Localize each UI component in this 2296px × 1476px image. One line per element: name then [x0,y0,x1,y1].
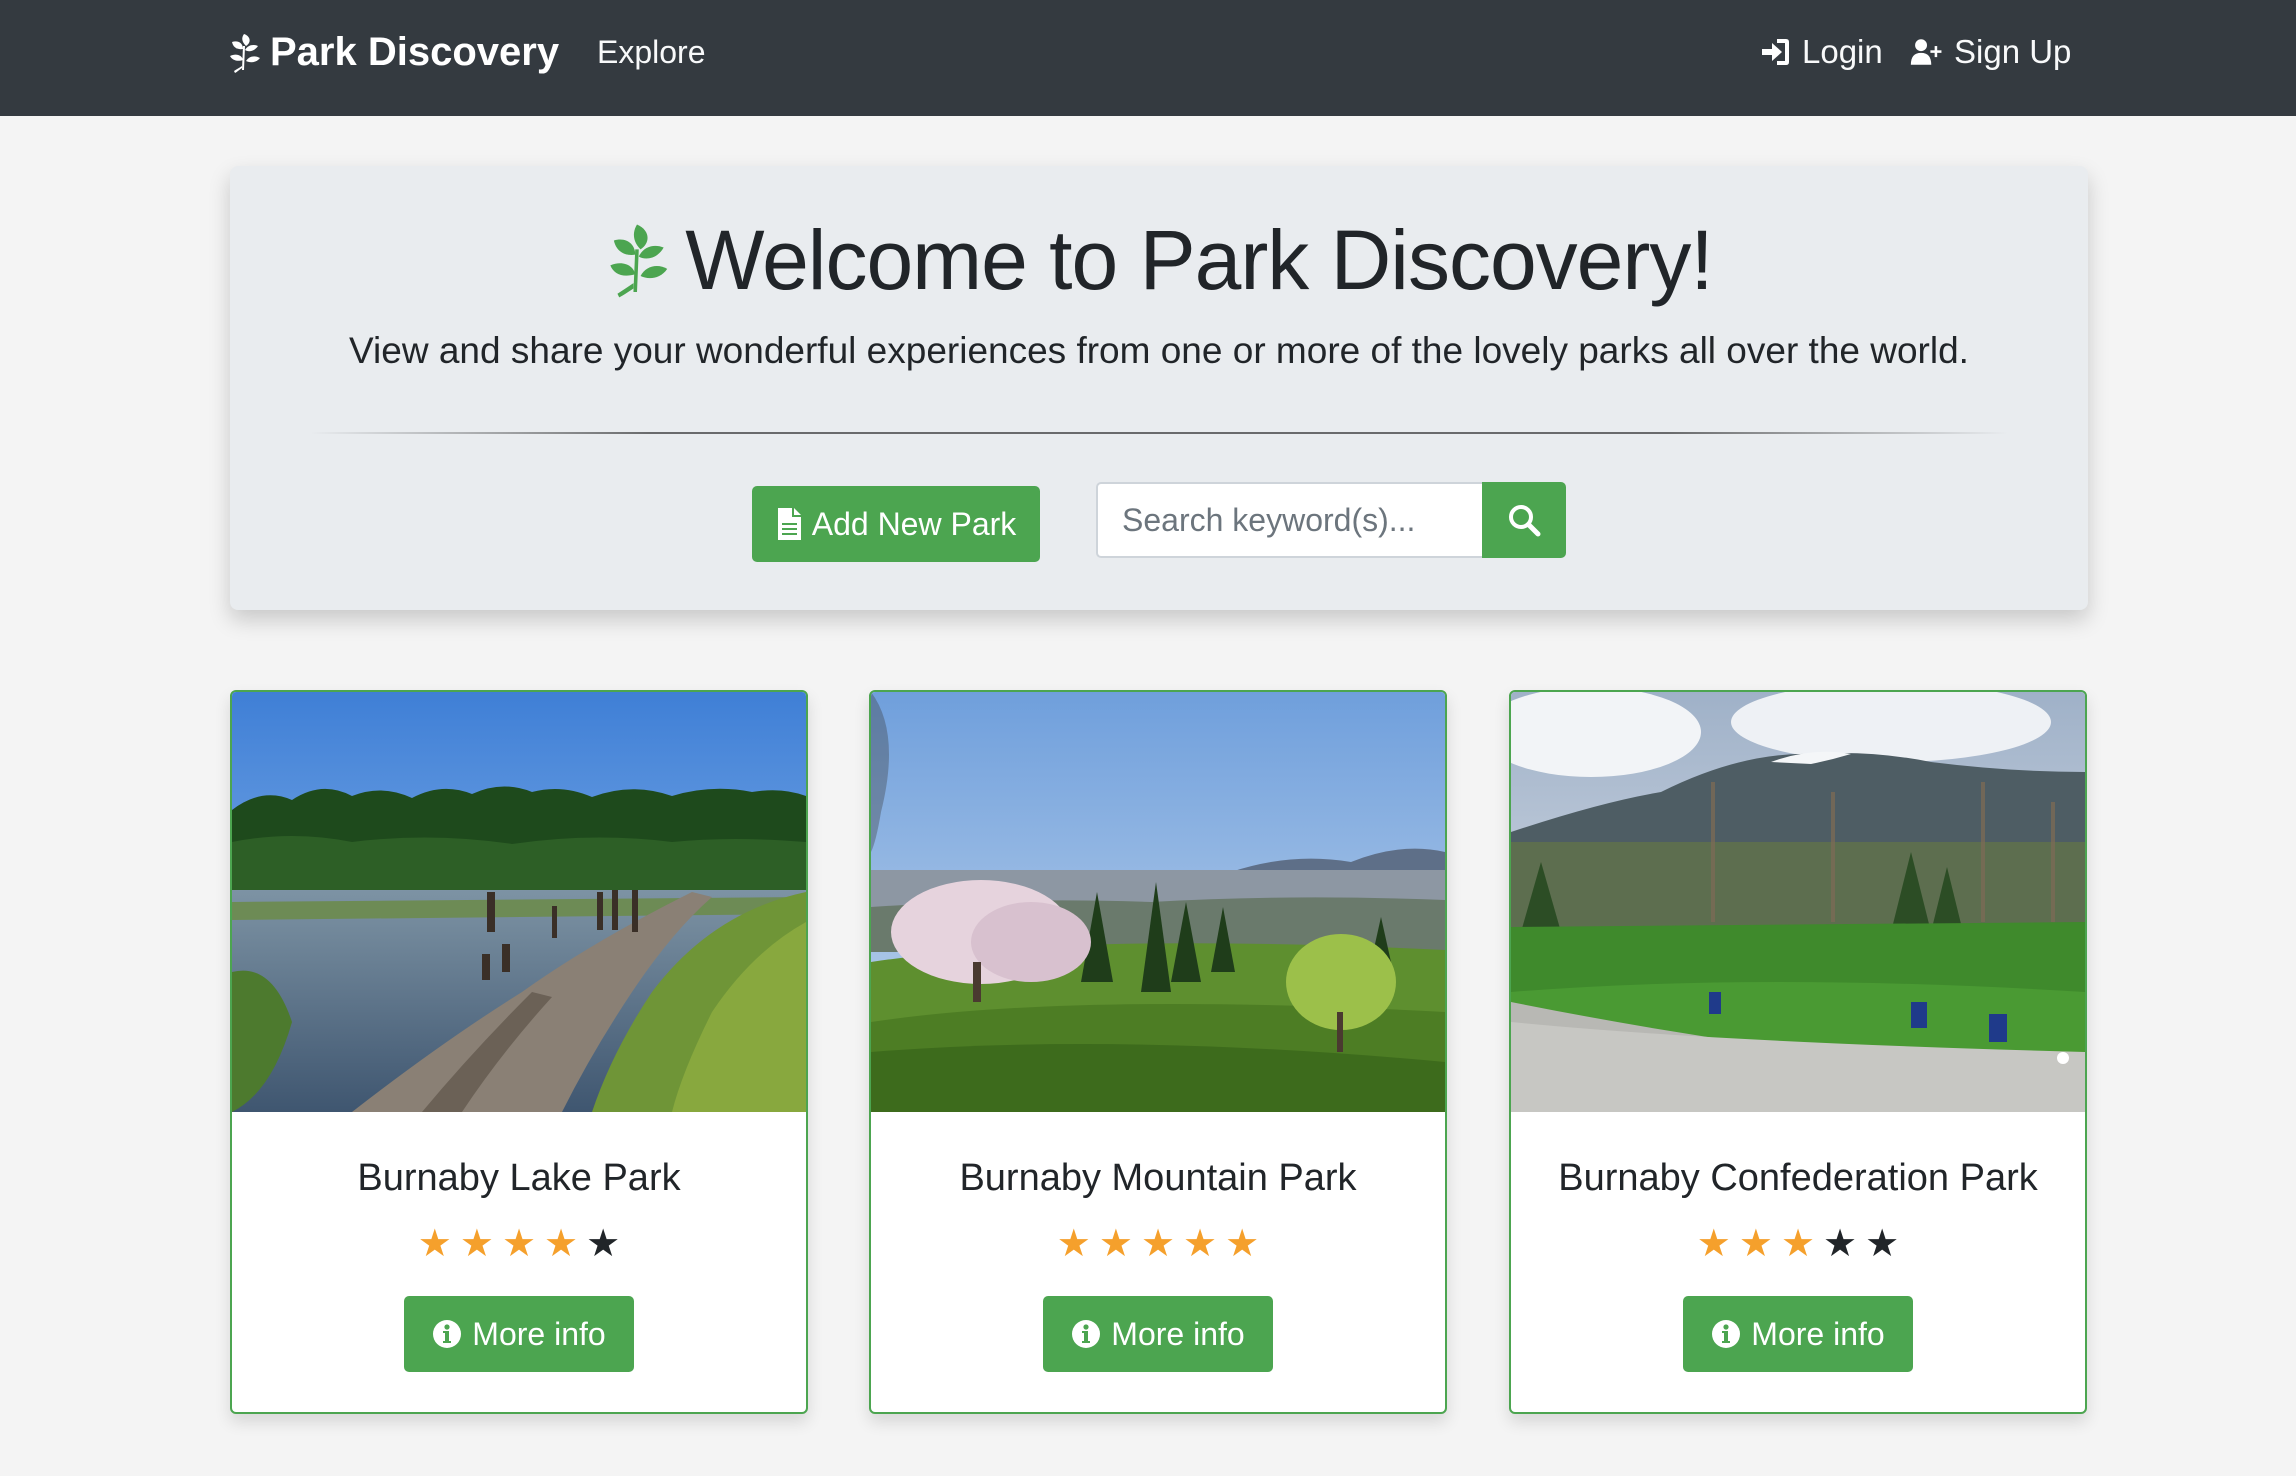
star-rating: ★ ★ ★ ★ ★ [232,1222,806,1266]
page-title-text: Welcome to Park Discovery! [685,213,1713,307]
more-info-label: More info [1751,1315,1885,1352]
star-rating: ★ ★ ★ ★ ★ [1511,1222,2085,1266]
star-icon: ★ [1823,1223,1858,1265]
star-rating: ★ ★ ★ ★ ★ [871,1222,1445,1266]
leaf-icon [230,34,260,73]
more-info-button[interactable]: More info [404,1296,634,1372]
star-icon: ★ [586,1223,621,1265]
star-icon: ★ [1865,1223,1900,1265]
star-icon: ★ [1225,1223,1260,1265]
park-name[interactable]: Burnaby Lake Park [232,1154,806,1202]
welcome-jumbotron: Welcome to Park Discovery! View and shar… [230,166,2088,610]
more-info-label: More info [1111,1315,1245,1352]
star-icon: ★ [1140,1223,1176,1265]
more-info-button[interactable]: More info [1043,1296,1273,1372]
nav-explore-link[interactable]: Explore [597,30,706,74]
search-button[interactable] [1482,482,1566,558]
page-title: Welcome to Park Discovery! [230,210,2088,310]
park-name[interactable]: Burnaby Confederation Park [1511,1154,2085,1202]
brand-link[interactable]: Park Discovery [226,26,559,78]
park-card: Burnaby Mountain Park ★ ★ ★ ★ ★ More inf… [869,690,1447,1414]
more-info-label: More info [472,1315,606,1352]
star-icon: ★ [544,1223,579,1265]
search-input[interactable] [1096,482,1492,558]
divider [310,432,2008,434]
park-image [1511,692,2085,1112]
park-image [871,692,1445,1112]
star-icon: ★ [1056,1223,1091,1265]
star-icon: ★ [1098,1223,1133,1265]
signup-label: Sign Up [1954,33,2072,70]
info-circle-icon [433,1320,462,1348]
park-image [232,692,806,1112]
info-circle-icon [1072,1320,1101,1348]
more-info-button[interactable]: More info [1683,1296,1913,1372]
star-icon: ★ [1183,1223,1218,1265]
sign-in-icon [1762,39,1789,65]
park-name[interactable]: Burnaby Mountain Park [871,1154,1445,1202]
search-icon [1509,505,1541,537]
navbar: Park Discovery Explore Login Sign Up [0,0,2296,116]
file-icon [777,508,801,540]
info-circle-icon [1712,1320,1741,1348]
user-plus-icon [1910,39,1942,65]
star-icon: ★ [1738,1223,1773,1265]
login-label: Login [1802,33,1883,70]
star-icon: ★ [1780,1223,1816,1265]
signup-link[interactable]: Sign Up [1910,30,2071,74]
brand-name: Park Discovery [270,29,560,74]
park-card: Burnaby Confederation Park ★ ★ ★ ★ ★ Mor… [1509,690,2087,1414]
star-icon: ★ [1696,1223,1731,1265]
page-lead: View and share your wonderful experience… [349,330,1969,371]
star-icon: ★ [459,1223,494,1265]
leaf-icon [610,224,668,298]
star-icon: ★ [501,1223,537,1265]
park-card: Burnaby Lake Park ★ ★ ★ ★ ★ More info [230,690,808,1414]
star-icon: ★ [417,1223,452,1265]
add-new-park-button[interactable]: Add New Park [752,486,1040,562]
add-new-park-label: Add New Park [811,505,1017,542]
login-link[interactable]: Login [1758,30,1883,74]
